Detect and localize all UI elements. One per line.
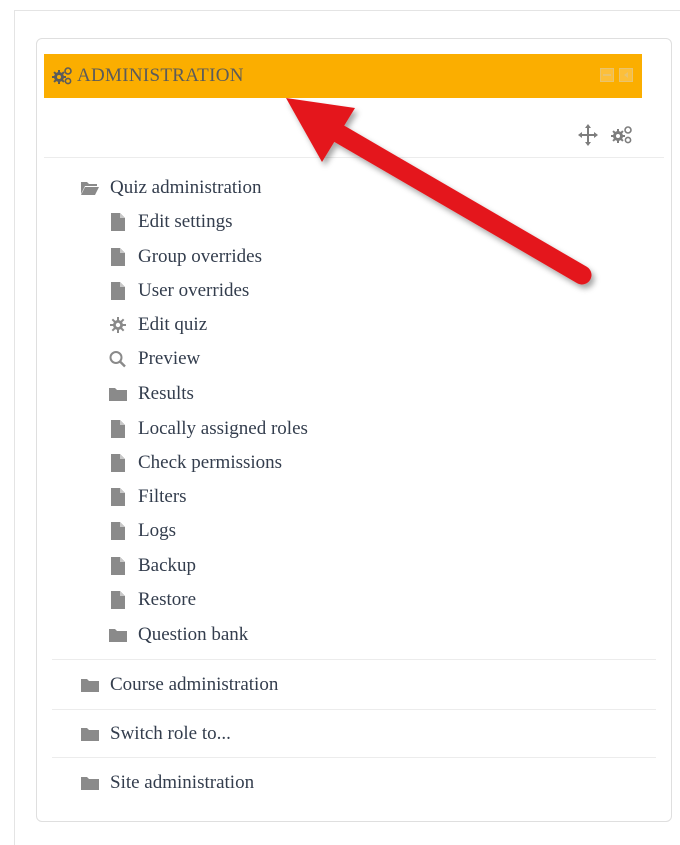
folder-open-icon [81,182,99,195]
gears-icon[interactable] [610,124,634,146]
tree-item-course-administration[interactable]: Course administration [80,672,278,698]
tree-item-label: Question bank [138,624,249,645]
tree-item-label: Results [138,383,194,404]
tree-item-locally-assigned-roles[interactable]: Locally assigned roles [108,416,308,442]
page-icon [111,282,125,300]
tree-item-label: Locally assigned roles [138,418,308,439]
tree-item-question-bank[interactable]: Question bank [108,622,248,648]
tree-item-site-administration[interactable]: Site administration [80,770,254,796]
divider [52,757,656,758]
search-icon [109,351,126,368]
tree-item-group-overrides[interactable]: Group overrides [108,244,262,270]
tree-item-restore[interactable]: Restore [108,587,196,613]
page-icon [111,248,125,266]
page-icon [111,591,125,609]
tree-item-edit-quiz[interactable]: Edit quiz [108,312,207,338]
tree-item-label: Filters [138,486,187,507]
tree-item-results[interactable]: Results [108,381,194,407]
tree-item-label: Edit quiz [138,314,208,335]
tree-item-preview[interactable]: Preview [108,346,200,372]
tree-item-label: Quiz administration [110,177,262,198]
tree-item-logs[interactable]: Logs [108,518,176,544]
folder-icon [109,629,127,642]
tree-item-label: Logs [138,520,176,541]
folder-icon [81,777,99,790]
block-header: ADMINISTRATION [44,54,642,98]
tree-item-label: Switch role to... [110,723,231,744]
folder-icon [109,388,127,401]
tree-item-filters[interactable]: Filters [108,484,187,510]
tree-item-label: User overrides [138,280,250,301]
tree-item-backup[interactable]: Backup [108,553,196,579]
folder-icon [81,679,99,692]
tree-item-label: Course administration [110,674,279,695]
page-icon [111,488,125,506]
page-icon [111,420,125,438]
tree-item-label: Site administration [110,772,255,793]
page-icon [111,213,125,231]
dock-icon[interactable] [619,68,633,82]
divider [52,709,656,710]
tree-item-user-overrides[interactable]: User overrides [108,278,249,304]
gears-icon [52,67,72,85]
tree-item-quiz-administration[interactable]: Quiz administration [80,175,261,201]
minimize-icon[interactable] [600,68,614,82]
move-icon[interactable] [578,124,598,146]
tree-item-switch-role[interactable]: Switch role to... [80,721,231,747]
folder-icon [81,728,99,741]
page-icon [111,522,125,540]
block-title: ADMINISTRATION [77,65,244,86]
tree-item-label: Edit settings [138,211,233,232]
tree-item-label: Preview [138,348,201,369]
divider [52,659,656,660]
tree-item-label: Group overrides [138,246,262,267]
tree-item-check-permissions[interactable]: Check permissions [108,450,282,476]
tree-item-label: Backup [138,555,197,576]
divider [44,157,664,158]
gear-icon [110,317,126,333]
tree-item-label: Check permissions [138,452,283,473]
page-icon [111,454,125,472]
page-icon [111,557,125,575]
tree-item-label: Restore [138,589,197,610]
tree-item-edit-settings[interactable]: Edit settings [108,209,232,235]
